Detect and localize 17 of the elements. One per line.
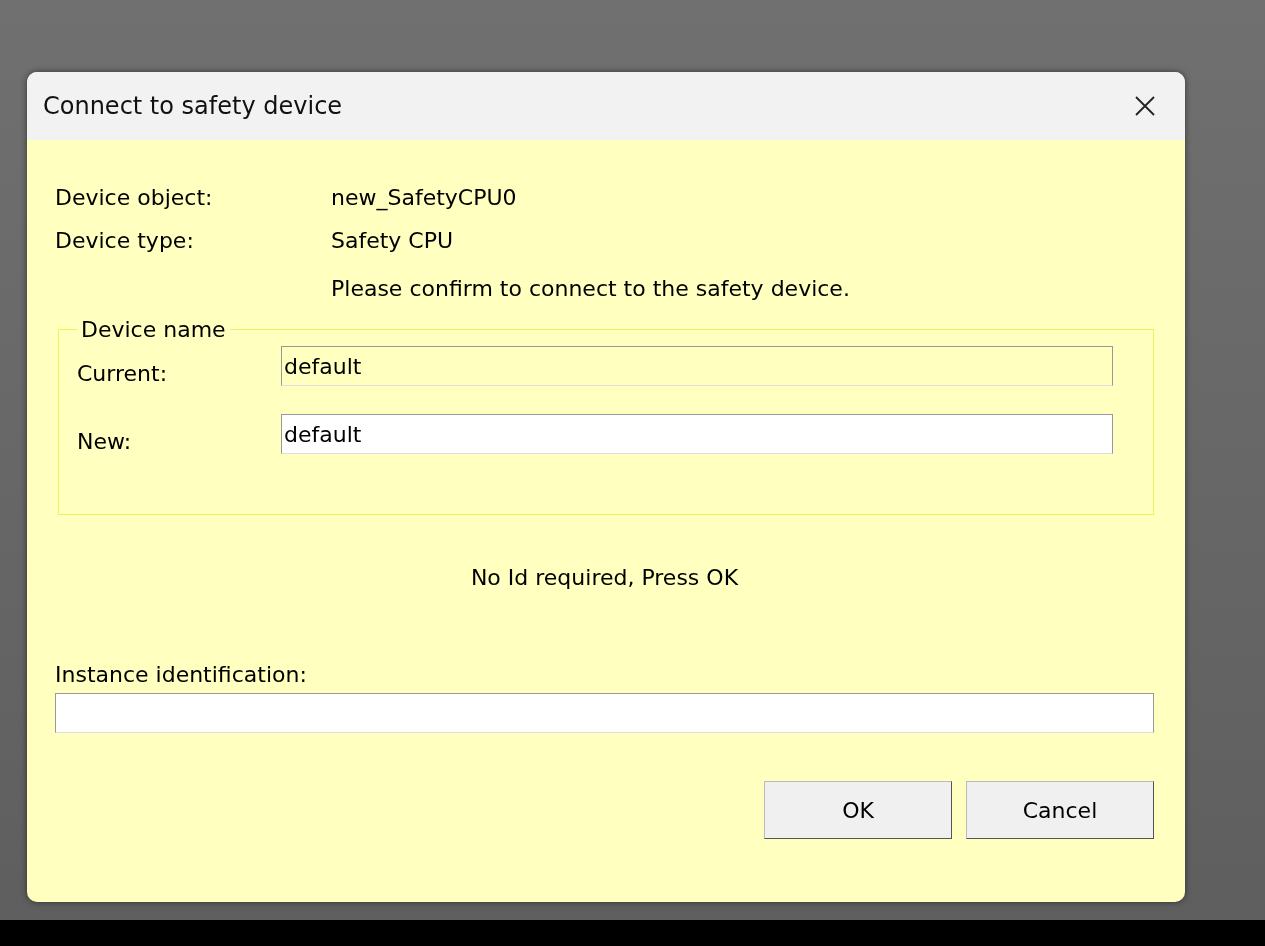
dialog-button[interactable]: OK [764, 781, 952, 839]
prompt-text: Please confirm to connect to the safety device. [331, 276, 851, 301]
input-field[interactable]: default [281, 414, 1113, 454]
dialog-button[interactable]: Cancel [966, 781, 1154, 839]
info-label: Device type: [55, 228, 195, 253]
info-value: new_SafetyCPU0 [331, 185, 518, 210]
input-field[interactable]: default [281, 346, 1113, 386]
field-label: Instance identification: [55, 662, 308, 687]
field-label: New: [77, 429, 133, 454]
status-text: No Id required, Press OK [470, 565, 739, 590]
field-label: Current: [77, 361, 169, 386]
window-title: Connect to safety device [43, 92, 343, 120]
close-icon [1135, 96, 1155, 116]
info-label: Device object: [55, 185, 214, 210]
info-value: Safety CPU [331, 228, 455, 253]
input-field[interactable] [55, 693, 1154, 733]
group-title: Device name [80, 317, 227, 342]
